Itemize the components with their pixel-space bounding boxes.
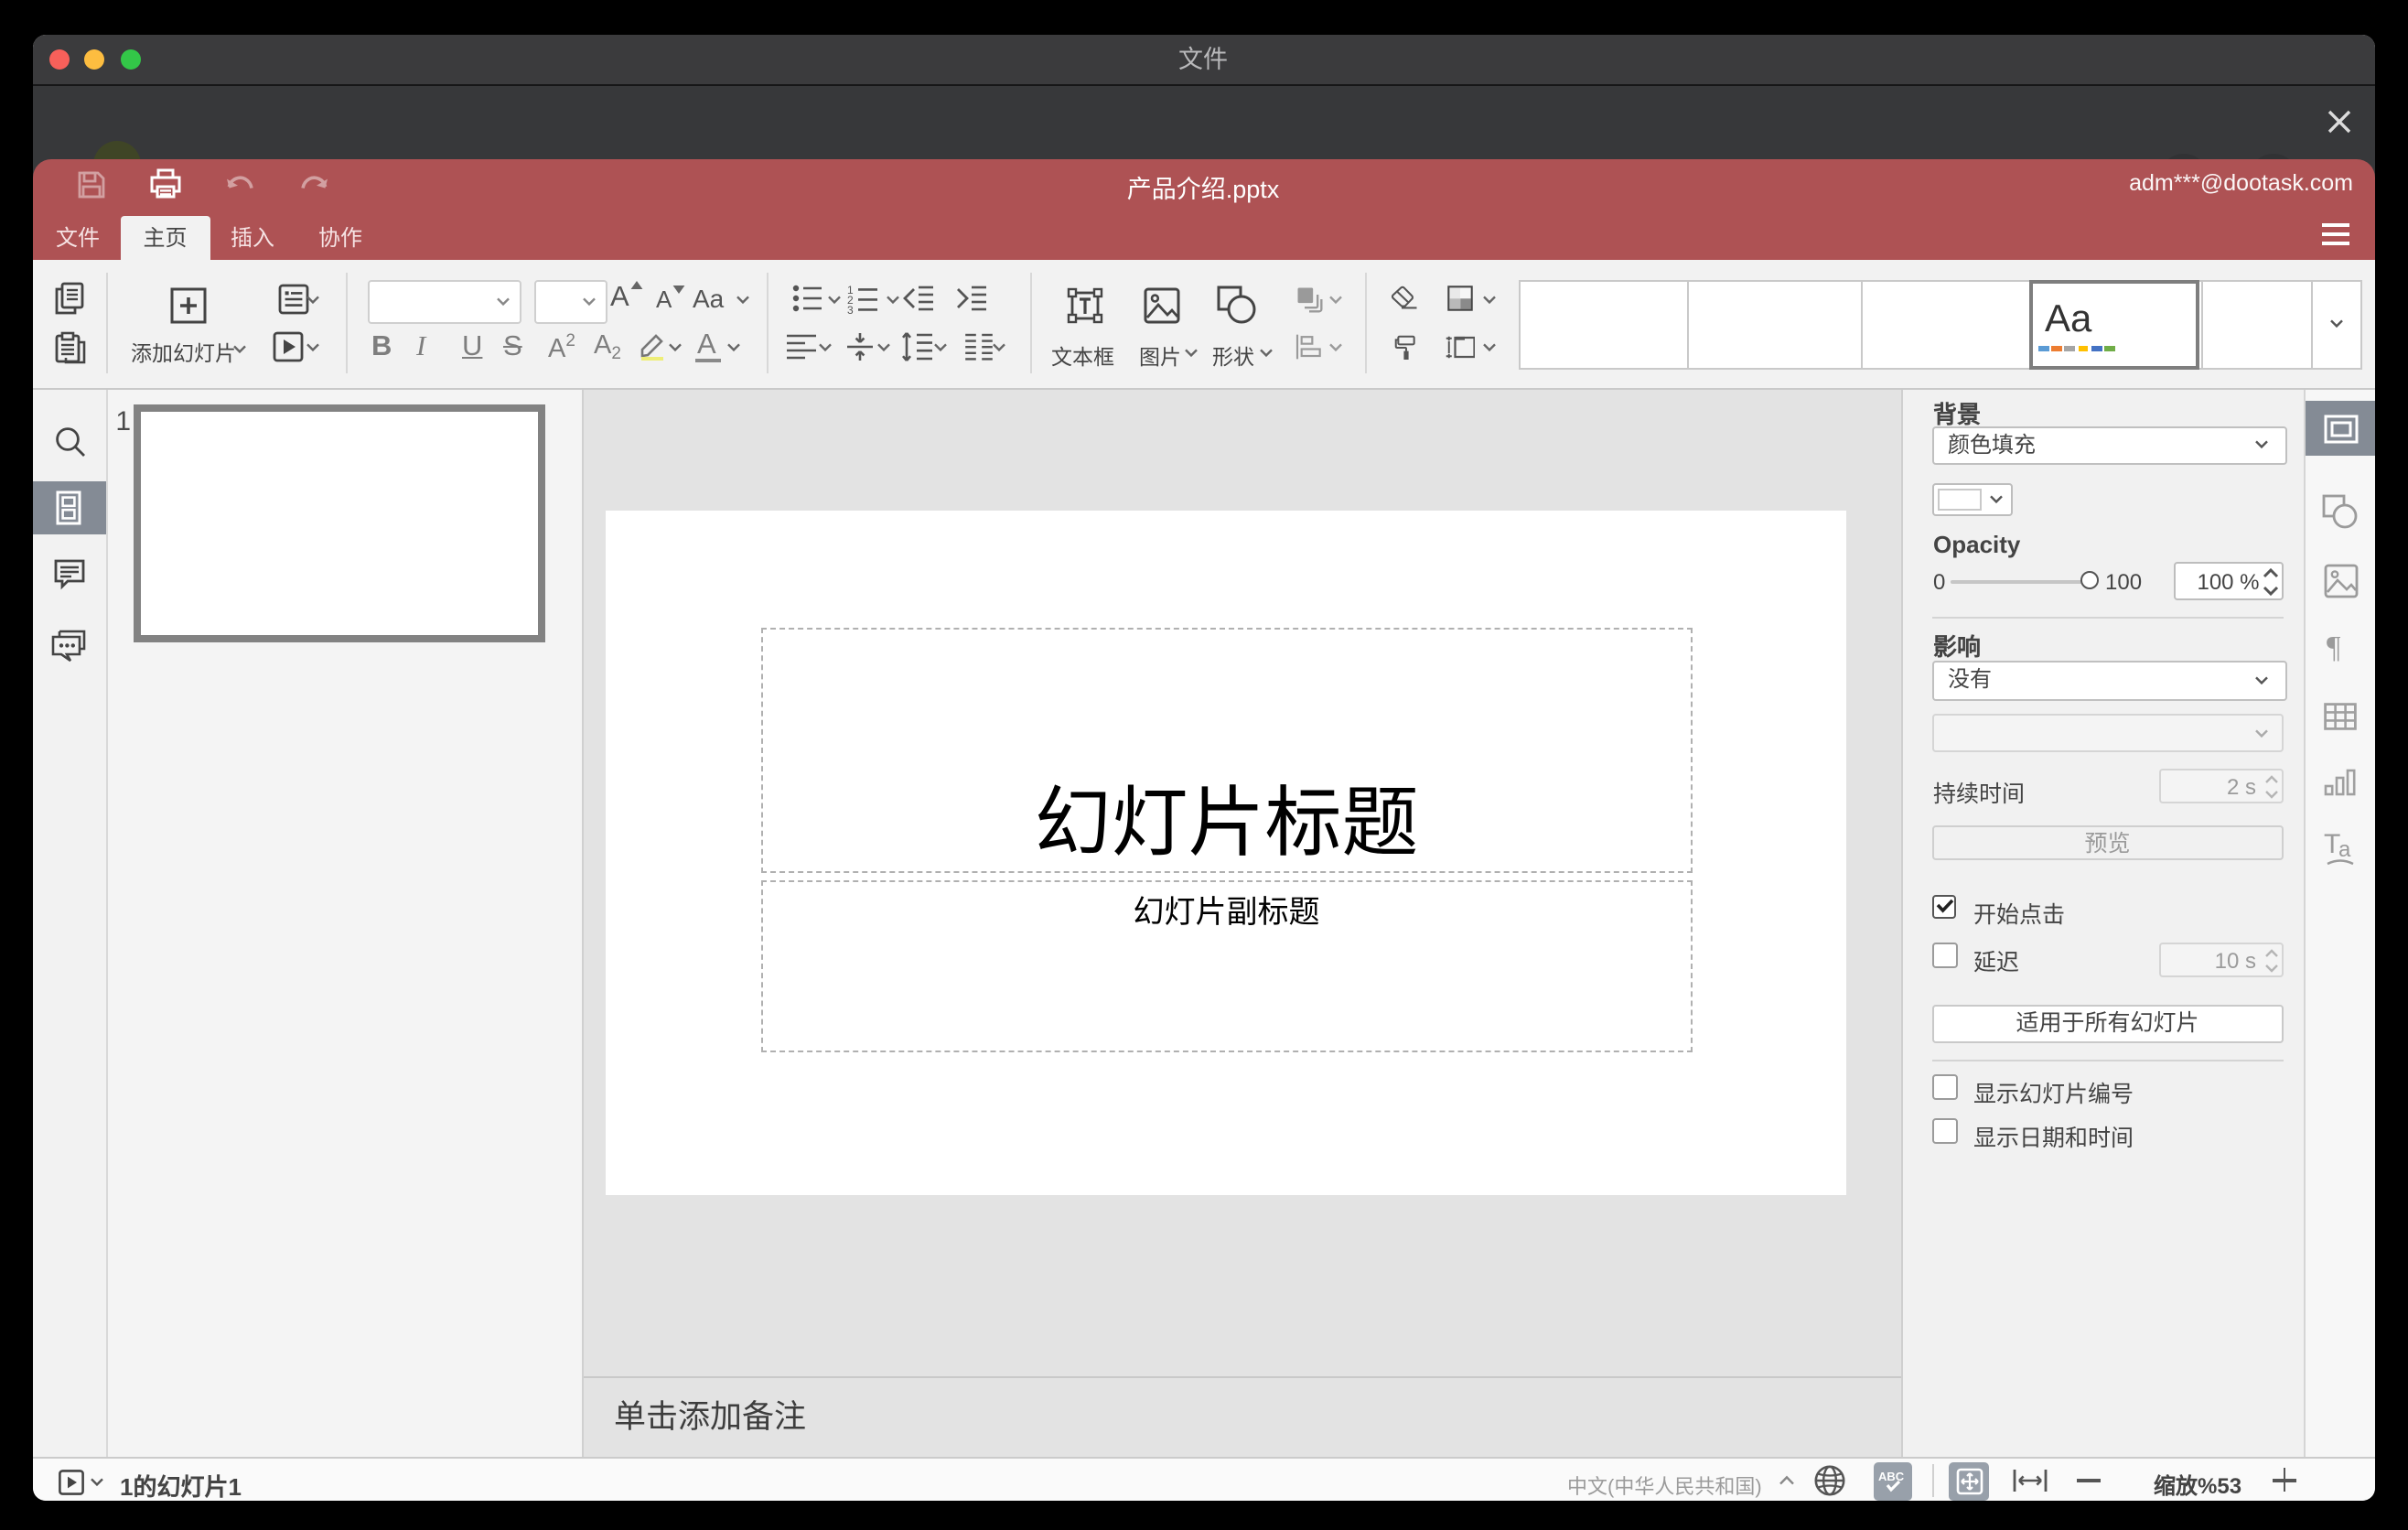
svg-text:3: 3	[846, 303, 853, 314]
svg-text:a: a	[2338, 836, 2351, 861]
svg-text:ABC: ABC	[1878, 1470, 1905, 1483]
